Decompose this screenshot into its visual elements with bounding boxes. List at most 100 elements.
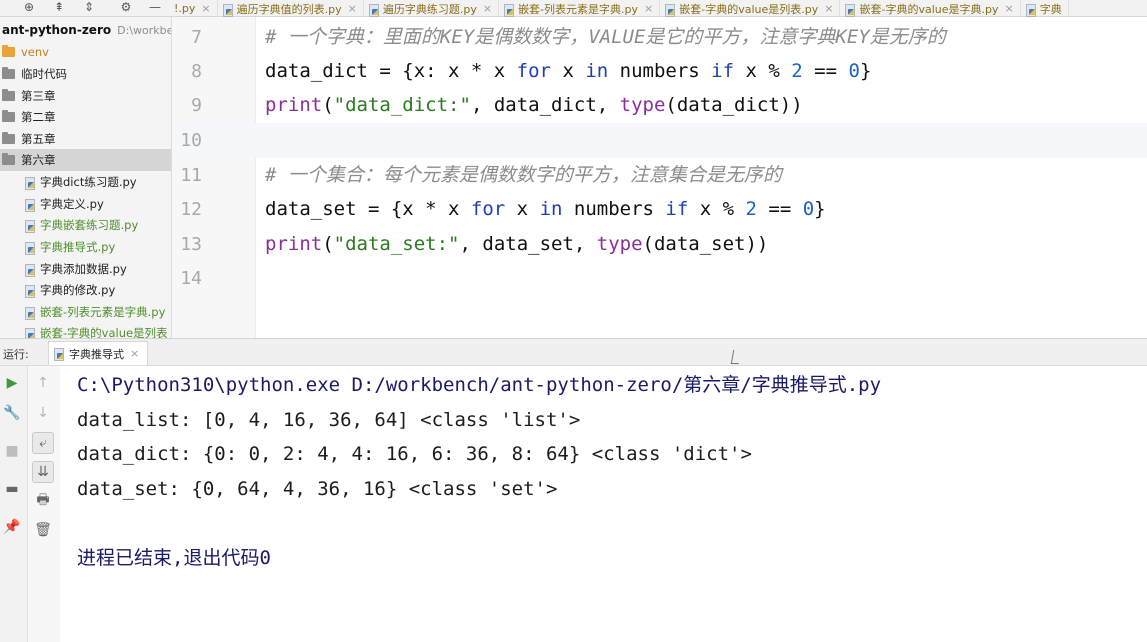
rerun-icon[interactable]: ▶ (1, 372, 23, 394)
code-text: data_set = {x * x for x in numbers if x … (265, 198, 826, 220)
scroll-to-end-icon[interactable]: ⇊ (32, 461, 54, 483)
code-line[interactable]: 7 # 一个字典：里面的KEY是偶数数字，VALUE是它的平方，注意字典KEY是… (172, 20, 1147, 55)
tree-item-label: 字典嵌套练习题.py (40, 218, 139, 232)
close-icon[interactable]: × (348, 2, 357, 15)
tab-strip: !.py × 遍历字典值的列表.py × 遍历字典练习题.py × 嵌套-列表元… (172, 0, 1147, 17)
line-number: 10 (180, 130, 202, 151)
tree-item-label: 嵌套-列表元素是字典.py (40, 305, 166, 319)
line-number: 11 (180, 165, 202, 186)
tab-file[interactable]: 嵌套-字典的value是列表.py × (660, 0, 841, 17)
tree-item-folder-selected[interactable]: 第六章 (0, 149, 171, 171)
trash-icon[interactable]: 🗑 (32, 519, 54, 541)
tab-file[interactable]: 遍历字典练习题.py × (364, 0, 500, 17)
tree-item-label: 临时代码 (21, 67, 67, 81)
console-output-line: data_set: {0, 64, 4, 36, 16} <class 'set… (77, 478, 558, 500)
project-tree: ant-python-zero D:\workbench venv 临时代码 第… (0, 17, 172, 338)
folder-icon (2, 89, 15, 101)
arrow-up-icon[interactable]: ↑ (32, 372, 54, 394)
wrench-icon[interactable]: 🔧 (1, 402, 23, 424)
code-text: print("data_dict:", data_dict, type(data… (265, 94, 803, 116)
console-exit-line: 进程已结束,退出代码0 (77, 547, 271, 569)
tab-label: !.py (174, 2, 196, 15)
close-icon[interactable]: × (824, 2, 833, 15)
run-panel-header: 运行: 字典推导式 × (0, 338, 1147, 366)
tree-item-folder[interactable]: 临时代码 (0, 63, 171, 85)
tree-item-label: venv (21, 45, 49, 59)
tab-file[interactable]: !.py × (172, 0, 218, 17)
arrow-down-icon[interactable]: ↓ (32, 402, 54, 424)
console-output-line: data_list: [0, 4, 16, 36, 64] <class 'li… (77, 409, 581, 431)
code-comment: # 一个集合：每个元素是偶数数字的平方，注意集合是无序的 (265, 164, 782, 186)
tree-item-label: 字典dict练习题.py (40, 175, 137, 189)
close-icon[interactable]: × (644, 2, 653, 15)
run-tab[interactable]: 字典推导式 × (48, 341, 149, 365)
tree-item-folder[interactable]: 第二章 (0, 106, 171, 128)
tree-item-file[interactable]: 字典添加数据.py (0, 258, 171, 280)
close-icon[interactable]: × (130, 347, 139, 360)
tree-item-file[interactable]: 字典推导式.py (0, 236, 171, 258)
crosshair-icon[interactable]: ⊕ (20, 0, 38, 17)
close-icon[interactable]: × (483, 2, 492, 15)
stop-icon[interactable]: ■ (1, 440, 23, 462)
code-line[interactable]: 12 data_set = {x * x for x in numbers if… (172, 192, 1147, 227)
project-root-path: D:\workbench (117, 23, 172, 37)
tree-item-file[interactable]: 嵌套-列表元素是字典.py (0, 301, 171, 323)
code-line[interactable]: 14 (172, 261, 1147, 296)
code-line-current[interactable]: 10 (172, 123, 1147, 158)
folder-icon (2, 110, 15, 122)
minimize-icon[interactable]: — (146, 0, 164, 17)
code-line[interactable]: 9 print("data_dict:", data_dict, type(da… (172, 88, 1147, 123)
python-file-icon (24, 306, 35, 320)
tree-item-file[interactable]: 嵌套-字典的value是列表 (0, 322, 171, 338)
expand-icon[interactable]: ⇕ (80, 0, 98, 17)
soft-wrap-icon[interactable]: ⤶ (32, 432, 54, 454)
python-file-icon (53, 347, 64, 361)
tree-item-file[interactable]: 字典嵌套练习题.py (0, 214, 171, 236)
layout-icon[interactable]: ▬ (1, 478, 23, 500)
tree-item-file[interactable]: 字典定义.py (0, 193, 171, 215)
run-toolbar-secondary: ↑ ↓ ⤶ ⇊ 🖶 🗑 (28, 366, 60, 642)
close-icon[interactable]: × (201, 2, 210, 15)
tab-label: 嵌套-列表元素是字典.py (518, 2, 639, 16)
line-number: 9 (191, 95, 202, 116)
run-console[interactable]: C:\Python310\python.exe D:/workbench/ant… (60, 366, 1147, 642)
editor-tab-bar: ⊕ ⇞ ⇕ ⚙ — !.py × 遍历字典值的列表.py × 遍历字典练习题.p… (0, 0, 1147, 17)
console-command-line: C:\Python310\python.exe D:/workbench/ant… (77, 374, 882, 396)
line-number: 12 (180, 199, 202, 220)
code-line[interactable]: 11 # 一个集合：每个元素是偶数数字的平方，注意集合是无序的 (172, 158, 1147, 193)
tab-label: 遍历字典值的列表.py (236, 2, 342, 16)
project-root[interactable]: ant-python-zero D:\workbench (0, 19, 172, 41)
tree-item-label: 字典推导式.py (40, 240, 116, 254)
folder-icon (2, 45, 15, 57)
tab-label: 嵌套-字典的value是字典.py (859, 2, 999, 16)
code-editor[interactable]: 7 # 一个字典：里面的KEY是偶数数字，VALUE是它的平方，注意字典KEY是… (172, 17, 1147, 338)
tree-item-venv[interactable]: venv (0, 41, 171, 63)
pin-icon[interactable]: 📌 (1, 516, 23, 538)
tab-file[interactable]: 字典 (1021, 0, 1069, 17)
python-file-icon (1025, 3, 1036, 17)
python-file-icon (24, 219, 35, 233)
print-icon[interactable]: 🖶 (32, 490, 54, 512)
code-line[interactable]: 8 data_dict = {x: x * x for x in numbers… (172, 54, 1147, 89)
line-number: 14 (180, 268, 202, 289)
run-toolbar-primary: ▶ 🔧 ■ ▬ 📌 (0, 366, 28, 642)
tree-item-folder[interactable]: 第三章 (0, 85, 171, 107)
folder-icon (2, 153, 15, 165)
run-tab-label: 字典推导式 (69, 347, 124, 361)
python-file-icon (664, 3, 676, 17)
close-icon[interactable]: × (1005, 2, 1014, 15)
tree-item-label: 字典的修改.py (40, 283, 116, 297)
code-line[interactable]: 13 print("data_set:", data_set, type(dat… (172, 227, 1147, 262)
collapse-all-icon[interactable]: ⇞ (50, 0, 68, 17)
python-file-icon (24, 327, 35, 338)
tab-file[interactable]: 嵌套-字典的value是字典.py × (840, 0, 1021, 17)
gear-icon[interactable]: ⚙ (117, 0, 135, 17)
tree-item-label: 嵌套-字典的value是列表 (40, 326, 168, 338)
tab-file[interactable]: 遍历字典值的列表.py × (218, 0, 364, 17)
tree-item-file[interactable]: 字典dict练习题.py (0, 171, 171, 193)
tree-item-folder[interactable]: 第五章 (0, 128, 171, 150)
tree-item-file[interactable]: 字典的修改.py (0, 279, 171, 301)
python-file-icon (24, 176, 35, 190)
project-root-title: ant-python-zero (2, 23, 112, 37)
tab-file[interactable]: 嵌套-列表元素是字典.py × (499, 0, 661, 17)
